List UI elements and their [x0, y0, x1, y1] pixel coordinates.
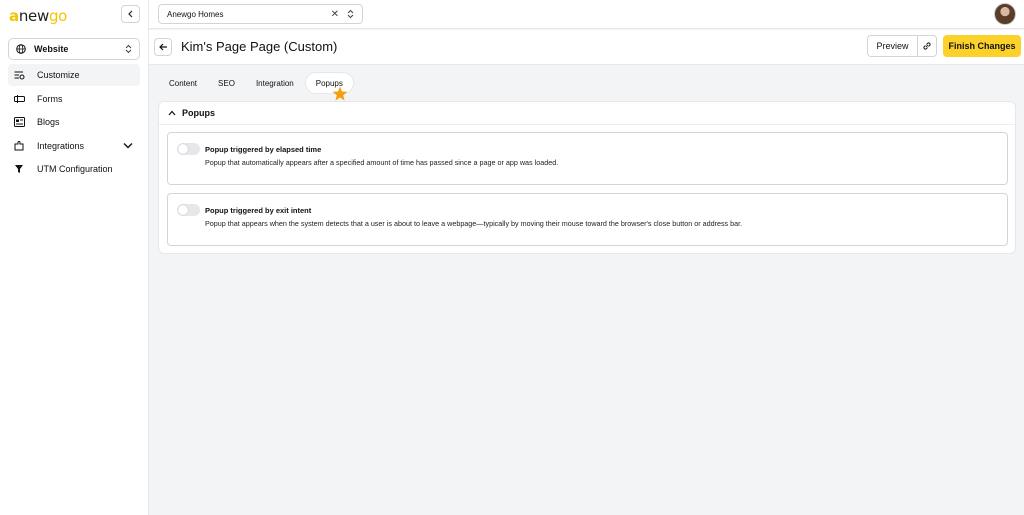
site-select-value: Website [34, 44, 69, 54]
arrow-left-icon [158, 43, 167, 51]
utm-icon [15, 165, 23, 173]
popup-card-description: Popup that appears when the system detec… [205, 219, 743, 228]
anewgo-logo[interactable]: anewgo [9, 7, 67, 25]
avatar[interactable] [994, 3, 1016, 25]
chevron-updown-icon [347, 9, 354, 19]
collapse-sidebar-button[interactable] [121, 5, 140, 23]
tab-integration[interactable]: Integration [246, 72, 304, 94]
account-select[interactable]: Anewgo Homes ✕ [158, 4, 363, 24]
account-select-value: Anewgo Homes [167, 9, 224, 19]
finish-changes-button[interactable]: Finish Changes [943, 35, 1021, 57]
sidebar-item-customize[interactable]: Customize [8, 64, 140, 86]
star-icon [332, 86, 348, 101]
copy-link-button[interactable] [917, 35, 937, 57]
tab-seo[interactable]: SEO [208, 72, 245, 94]
sidebar-item-blogs[interactable]: Blogs [8, 111, 140, 133]
page-title: Kim's Page Page (Custom) [181, 39, 338, 54]
site-select[interactable]: Website [8, 38, 140, 60]
elapsed-time-toggle[interactable] [177, 143, 200, 155]
page-header: Kim's Page Page (Custom) Preview Finish … [149, 30, 1024, 65]
popups-panel: Popups Popup triggered by elapsed time P… [158, 101, 1016, 254]
sidebar-item-utm-configuration[interactable]: UTM Configuration [8, 158, 140, 180]
chevron-updown-icon [125, 44, 132, 54]
top-bar: Anewgo Homes ✕ [149, 0, 1024, 29]
chevron-up-icon [168, 110, 176, 116]
link-icon [923, 42, 931, 50]
popup-card-exit-intent: Popup triggered by exit intent Popup tha… [167, 193, 1008, 246]
clear-icon[interactable]: ✕ [331, 9, 339, 20]
back-button[interactable] [154, 38, 172, 56]
popup-card-title: Popup triggered by elapsed time [205, 145, 322, 154]
sidebar: anewgo Website Customize Forms Blogs Int… [0, 0, 149, 515]
popup-card-description: Popup that automatically appears after a… [205, 158, 559, 167]
popups-panel-title: Popups [182, 108, 215, 118]
integrations-icon [14, 140, 24, 150]
popups-panel-header[interactable]: Popups [159, 102, 1015, 125]
sidebar-item-integrations[interactable]: Integrations [8, 135, 140, 157]
chevron-left-icon [127, 10, 132, 18]
blogs-icon [14, 117, 25, 127]
sidebar-nav: Customize Forms Blogs Integrations UTM C… [8, 64, 140, 182]
tab-content[interactable]: Content [159, 72, 207, 94]
forms-icon [14, 94, 25, 103]
sidebar-item-forms[interactable]: Forms [8, 88, 140, 110]
tab-bar: Content SEO Integration Popups [159, 72, 355, 94]
popup-card-elapsed-time: Popup triggered by elapsed time Popup th… [167, 132, 1008, 185]
exit-intent-toggle[interactable] [177, 204, 200, 216]
popup-card-title: Popup triggered by exit intent [205, 206, 312, 215]
preview-button[interactable]: Preview [867, 35, 917, 57]
customize-icon [14, 71, 25, 80]
globe-icon [16, 44, 26, 54]
chevron-down-icon[interactable] [123, 142, 133, 149]
